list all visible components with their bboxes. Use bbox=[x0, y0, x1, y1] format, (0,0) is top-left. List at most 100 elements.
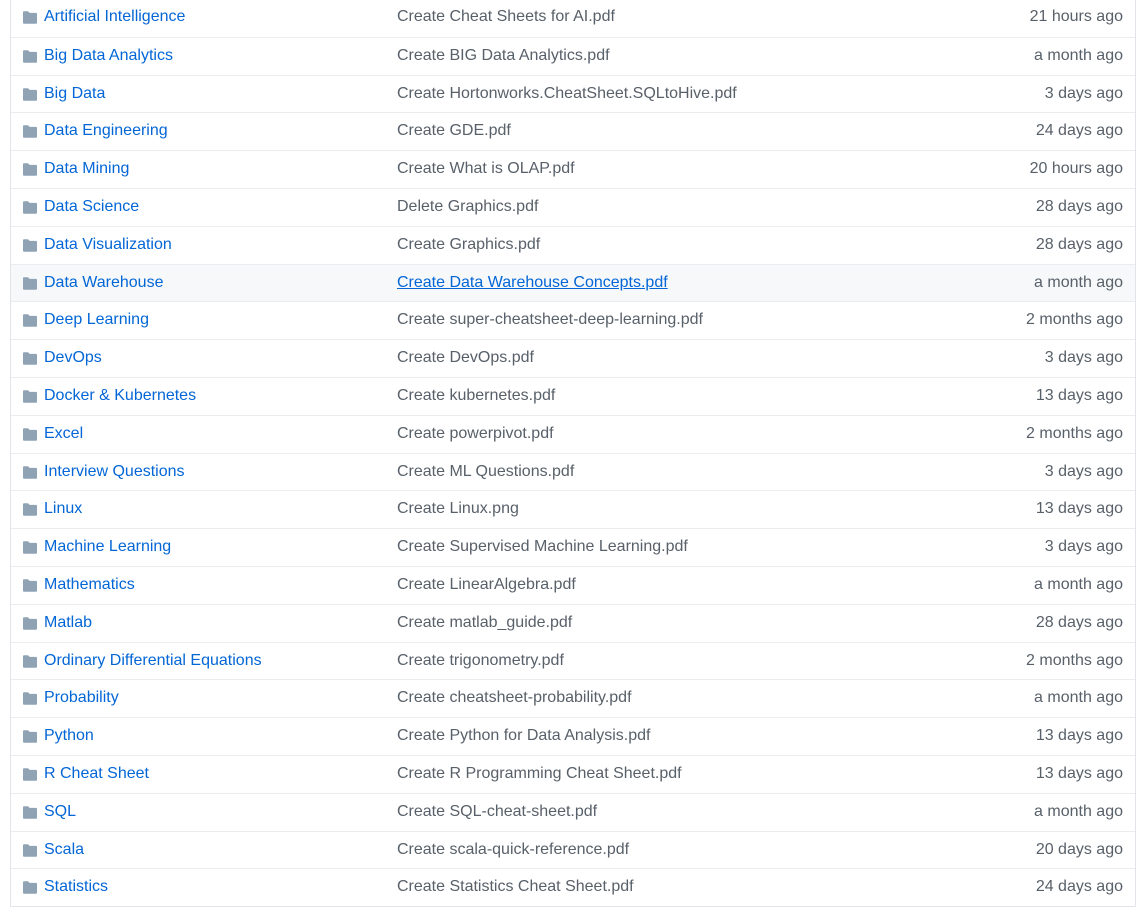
file-name-link[interactable]: Docker & Kubernetes bbox=[44, 387, 196, 405]
file-name-link[interactable]: Ordinary Differential Equations bbox=[44, 652, 262, 670]
commit-message-link[interactable]: Create BIG Data Analytics.pdf bbox=[397, 47, 610, 65]
commit-age: 13 days ago bbox=[1035, 386, 1123, 404]
table-row[interactable]: Excel Create powerpivot.pdf 2 months ago bbox=[11, 414, 1135, 453]
file-name-link[interactable]: Probability bbox=[44, 689, 119, 707]
commit-message-link[interactable]: Create Hortonworks.CheatSheet.SQLtoHive.… bbox=[397, 85, 737, 103]
commit-message-link[interactable]: Create matlab_guide.pdf bbox=[397, 614, 572, 632]
file-name-link[interactable]: Data Engineering bbox=[44, 122, 168, 140]
commit-age: 28 days ago bbox=[1035, 613, 1123, 631]
file-name-link[interactable]: SQL bbox=[44, 803, 76, 821]
table-row[interactable]: Data Science Delete Graphics.pdf 28 days a… bbox=[11, 187, 1135, 226]
commit-message-link[interactable]: Create Graphics.pdf bbox=[397, 236, 540, 254]
folder-icon bbox=[22, 503, 38, 517]
commit-message-link[interactable]: Create cheatsheet-probability.pdf bbox=[397, 689, 632, 707]
table-row[interactable]: Data Warehouse Create Data Warehouse Conc… bbox=[11, 263, 1135, 302]
commit-message-link[interactable]: Create Python for Data Analysis.pdf bbox=[397, 727, 650, 745]
commit-age: a month ago bbox=[1034, 273, 1123, 291]
commit-age: 24 days ago bbox=[1035, 122, 1123, 140]
commit-age: 13 days ago bbox=[1035, 764, 1123, 782]
table-row[interactable]: Deep Learning Create super-cheatsheet-dee… bbox=[11, 301, 1135, 339]
file-name-link[interactable]: Data Science bbox=[44, 198, 139, 216]
table-row[interactable]: DevOps Create DevOps.pdf 3 days ago bbox=[11, 339, 1135, 377]
commit-age: 20 hours ago bbox=[1029, 160, 1123, 178]
folder-icon bbox=[22, 730, 38, 743]
commit-message-link[interactable]: Create Statistics Cheat Sheet.pdf bbox=[397, 878, 634, 896]
commit-message-link[interactable]: Create SQL-cheat-sheet.pdf bbox=[397, 803, 597, 821]
table-row[interactable]: Data Visualization Create Graphics.pdf 28 … bbox=[11, 225, 1135, 264]
commit-message-link[interactable]: Create Supervised Machine Learning.pdf bbox=[397, 538, 688, 556]
table-row[interactable]: Interview Questions Create ML Questions.p… bbox=[11, 452, 1135, 491]
folder-icon bbox=[22, 881, 38, 895]
commit-age: 28 days ago bbox=[1035, 197, 1123, 215]
table-row[interactable]: Mathematics Create LinearAlgebra.pdf a mon… bbox=[11, 565, 1135, 604]
commit-message-link[interactable]: Create scala-quick-reference.pdf bbox=[397, 841, 629, 859]
folder-icon bbox=[22, 276, 38, 290]
commit-message-link[interactable]: Create GDE.pdf bbox=[397, 122, 511, 140]
folder-icon bbox=[22, 125, 38, 139]
folder-icon bbox=[22, 11, 38, 24]
folder-icon bbox=[22, 390, 38, 403]
file-name-link[interactable]: Matlab bbox=[44, 614, 92, 632]
folder-icon bbox=[22, 49, 38, 63]
file-name-link[interactable]: Data Visualization bbox=[44, 236, 172, 254]
file-name-link[interactable]: Machine Learning bbox=[44, 538, 171, 556]
table-row[interactable]: Artificial Intelligence Create Cheat Shee… bbox=[11, 0, 1135, 37]
commit-message-link[interactable]: Delete Graphics.pdf bbox=[397, 198, 538, 216]
table-row[interactable]: Data Engineering Create GDE.pdf 24 days ag… bbox=[11, 112, 1135, 150]
file-name-link[interactable]: Mathematics bbox=[44, 576, 135, 594]
file-name-link[interactable]: Statistics bbox=[44, 878, 108, 896]
file-name-link[interactable]: Deep Learning bbox=[44, 311, 149, 329]
file-name-link[interactable]: Interview Questions bbox=[44, 463, 185, 481]
commit-age: a month ago bbox=[1034, 46, 1123, 64]
commit-message-link[interactable]: Create Data Warehouse Concepts.pdf bbox=[397, 274, 668, 292]
folder-icon bbox=[22, 616, 38, 630]
commit-message-link[interactable]: Create Cheat Sheets for AI.pdf bbox=[397, 8, 615, 26]
commit-message-link[interactable]: Create ML Questions.pdf bbox=[397, 463, 574, 481]
file-name-link[interactable]: Linux bbox=[44, 500, 82, 518]
folder-icon bbox=[22, 692, 38, 706]
file-name-link[interactable]: R Cheat Sheet bbox=[44, 765, 149, 783]
table-row[interactable]: Python Create Python for Data Analysis.pd… bbox=[11, 717, 1135, 755]
table-row[interactable]: Machine Learning Create Supervised Machin… bbox=[11, 528, 1135, 566]
file-name-link[interactable]: Python bbox=[44, 727, 94, 745]
folder-icon bbox=[22, 579, 38, 592]
commit-age: 3 days ago bbox=[1044, 462, 1123, 480]
folder-icon bbox=[22, 805, 38, 819]
table-row[interactable]: Probability Create cheatsheet-probability… bbox=[11, 679, 1135, 717]
file-name-link[interactable]: Artificial Intelligence bbox=[44, 8, 185, 26]
file-name-link[interactable]: Data Warehouse bbox=[44, 274, 163, 292]
table-row[interactable]: Scala Create scala-quick-reference.pdf 20 … bbox=[11, 830, 1135, 869]
table-row[interactable]: SQL Create SQL-cheat-sheet.pdf a month ago bbox=[11, 792, 1135, 831]
commit-age: 2 months ago bbox=[1026, 311, 1123, 329]
commit-age: 3 days ago bbox=[1044, 84, 1123, 102]
table-row[interactable]: Statistics Create Statistics Cheat Sheet.… bbox=[11, 868, 1135, 906]
commit-message-link[interactable]: Create kubernetes.pdf bbox=[397, 387, 555, 405]
table-row[interactable]: Data Mining Create What is OLAP.pdf 20 hou… bbox=[11, 150, 1135, 188]
table-row[interactable]: Big Data Analytics Create BIG Data Analyt… bbox=[11, 36, 1135, 75]
file-name-link[interactable]: Excel bbox=[44, 425, 83, 443]
file-name-link[interactable]: DevOps bbox=[44, 349, 102, 367]
table-row[interactable]: Docker & Kubernetes Create kubernetes.pdf… bbox=[11, 376, 1135, 415]
file-name-link[interactable]: Big Data Analytics bbox=[44, 47, 173, 65]
commit-age: 3 days ago bbox=[1044, 349, 1123, 367]
commit-message-link[interactable]: Create Linux.png bbox=[397, 500, 519, 518]
table-row[interactable]: Big Data Create Hortonworks.CheatSheet.SQ… bbox=[11, 74, 1135, 113]
commit-message-link[interactable]: Create LinearAlgebra.pdf bbox=[397, 576, 576, 594]
commit-message-link[interactable]: Create R Programming Cheat Sheet.pdf bbox=[397, 765, 682, 783]
commit-age: 28 days ago bbox=[1035, 235, 1123, 253]
commit-message-link[interactable]: Create DevOps.pdf bbox=[397, 349, 534, 367]
commit-message-link[interactable]: Create powerpivot.pdf bbox=[397, 425, 554, 443]
table-row[interactable]: Matlab Create matlab_guide.pdf 28 days ago bbox=[11, 603, 1135, 642]
folder-icon bbox=[22, 238, 38, 252]
file-name-link[interactable]: Scala bbox=[44, 841, 84, 859]
commit-message-link[interactable]: Create What is OLAP.pdf bbox=[397, 160, 575, 178]
commit-message-link[interactable]: Create super-cheatsheet-deep-learning.pd… bbox=[397, 311, 703, 329]
commit-age: 24 days ago bbox=[1035, 878, 1123, 896]
file-name-link[interactable]: Data Mining bbox=[44, 160, 129, 178]
table-row[interactable]: Linux Create Linux.png 13 days ago bbox=[11, 490, 1135, 528]
commit-message-link[interactable]: Create trigonometry.pdf bbox=[397, 652, 564, 670]
file-name-link[interactable]: Big Data bbox=[44, 85, 105, 103]
commit-age: a month ago bbox=[1034, 689, 1123, 707]
table-row[interactable]: R Cheat Sheet Create R Programming Cheat … bbox=[11, 754, 1135, 793]
table-row[interactable]: Ordinary Differential Equations Create tr… bbox=[11, 641, 1135, 680]
